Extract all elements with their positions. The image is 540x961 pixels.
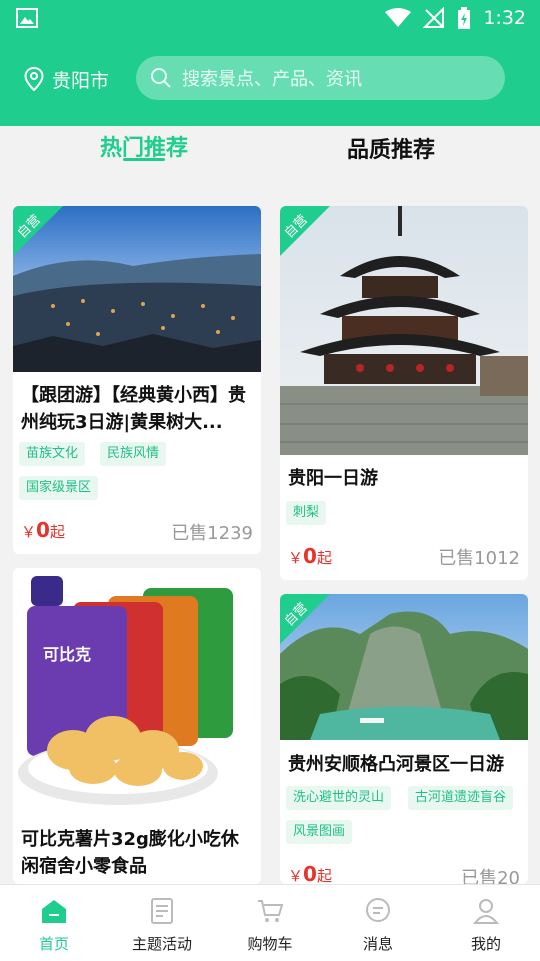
- product-image-potato-chips: 可比克: [13, 568, 261, 818]
- product-tag: 洗心避世的灵山: [286, 786, 392, 810]
- message-icon: [366, 898, 390, 922]
- product-title: 贵州安顺格凸河景区一日游: [288, 754, 504, 775]
- home-icon: [42, 900, 66, 923]
- gallery-icon: [16, 8, 38, 28]
- document-icon: [151, 898, 173, 924]
- product-tag: 民族风情: [100, 442, 167, 466]
- user-icon: [472, 899, 500, 924]
- product-title: 贵阳一日游: [288, 468, 378, 489]
- product-tag: 国家级景区: [19, 476, 99, 500]
- product-tag: 刺梨: [286, 501, 327, 525]
- product-tag: 古河道遗迹盲谷: [408, 786, 514, 810]
- product-card[interactable]: 自营 贵阳一日游 刺梨 ￥0起 已售1012: [280, 206, 528, 580]
- active-tab-indicator: [123, 158, 165, 161]
- product-tag: 苗族文化: [19, 442, 86, 466]
- search-icon: [151, 68, 171, 88]
- search-placeholder: 搜索景点、产品、资讯: [182, 69, 362, 90]
- product-price: ￥0起: [288, 544, 332, 568]
- nav-message[interactable]: 消息: [324, 885, 432, 961]
- self-operated-badge: 自营: [13, 206, 63, 256]
- product-price: ￥0起: [288, 862, 332, 884]
- bottom-navigation: 首页 主题活动 购物车 消息 我的: [0, 884, 540, 961]
- product-title: 可比克薯片32g膨化小吃休闲宿舍小零食品: [21, 829, 239, 877]
- nav-theme-activity[interactable]: 主题活动: [108, 885, 216, 961]
- location-selector[interactable]: 贵阳市: [24, 64, 109, 94]
- product-card[interactable]: 自营 【跟团游】【经典黄小西】贵州纯玩3日游|黄果树大... 苗族文化 民族风情…: [13, 206, 261, 554]
- self-operated-badge: 自营: [280, 206, 330, 256]
- product-tag: 风景图画: [286, 820, 353, 844]
- status-time: 1:32: [483, 7, 526, 29]
- nav-mine[interactable]: 我的: [432, 885, 540, 961]
- product-card[interactable]: 自营 贵州安顺格凸河景区一日游 洗心避世的灵山 古河道遗迹盲谷 风景图画 ￥0起…: [280, 594, 528, 884]
- cart-icon: [258, 900, 284, 922]
- nav-home[interactable]: 首页: [0, 885, 108, 961]
- no-signal-icon: [423, 7, 445, 28]
- self-operated-badge: 自营: [280, 594, 330, 644]
- status-bar: 1:32: [0, 0, 540, 36]
- product-card[interactable]: 可比克 可比克薯片32g膨化小吃休闲宿舍小零食品: [13, 568, 261, 884]
- location-label: 贵阳市: [52, 69, 110, 92]
- tab-bar: 热门推荐 品质推荐: [0, 126, 540, 178]
- header-bar: 1:32 贵阳市 搜索景点、产品、资讯: [0, 0, 540, 126]
- location-pin-icon: [24, 67, 44, 91]
- tab-quality-recommend[interactable]: 品质推荐: [347, 132, 435, 164]
- search-input[interactable]: 搜索景点、产品、资讯: [136, 56, 505, 100]
- product-title: 【跟团游】【经典黄小西】贵州纯玩3日游|黄果树大...: [21, 385, 246, 433]
- sold-count: 已售20: [461, 868, 520, 884]
- battery-icon: [458, 7, 471, 29]
- product-price: ￥0起: [21, 518, 65, 542]
- wifi-icon: [385, 8, 412, 27]
- nav-cart[interactable]: 购物车: [216, 885, 324, 961]
- sold-count: 已售1012: [438, 548, 520, 569]
- sold-count: 已售1239: [171, 523, 253, 544]
- svg-text:可比克: 可比克: [43, 645, 91, 664]
